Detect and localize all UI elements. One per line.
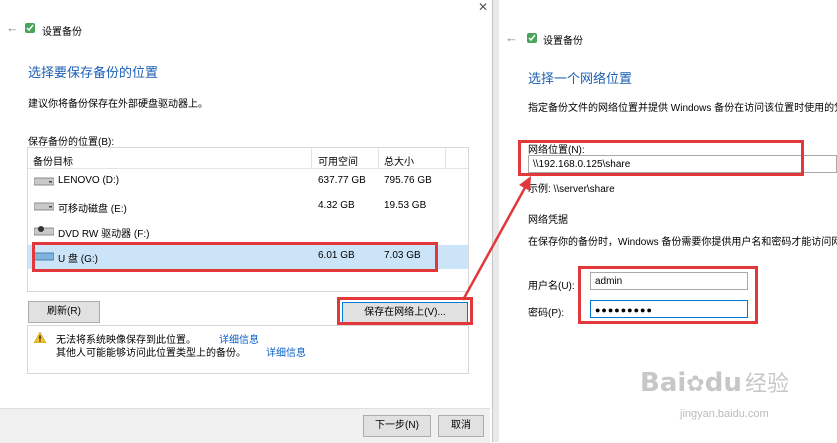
- watermark-url: jingyan.baidu.com: [680, 408, 769, 420]
- baidu-watermark: Bai✿du 经验: [640, 366, 789, 398]
- watermark-brand-2: du: [704, 368, 742, 398]
- watermark-paw-icon: ✿: [686, 372, 705, 397]
- watermark-suffix: 经验: [745, 372, 790, 397]
- watermark-brand: Bai: [640, 368, 687, 398]
